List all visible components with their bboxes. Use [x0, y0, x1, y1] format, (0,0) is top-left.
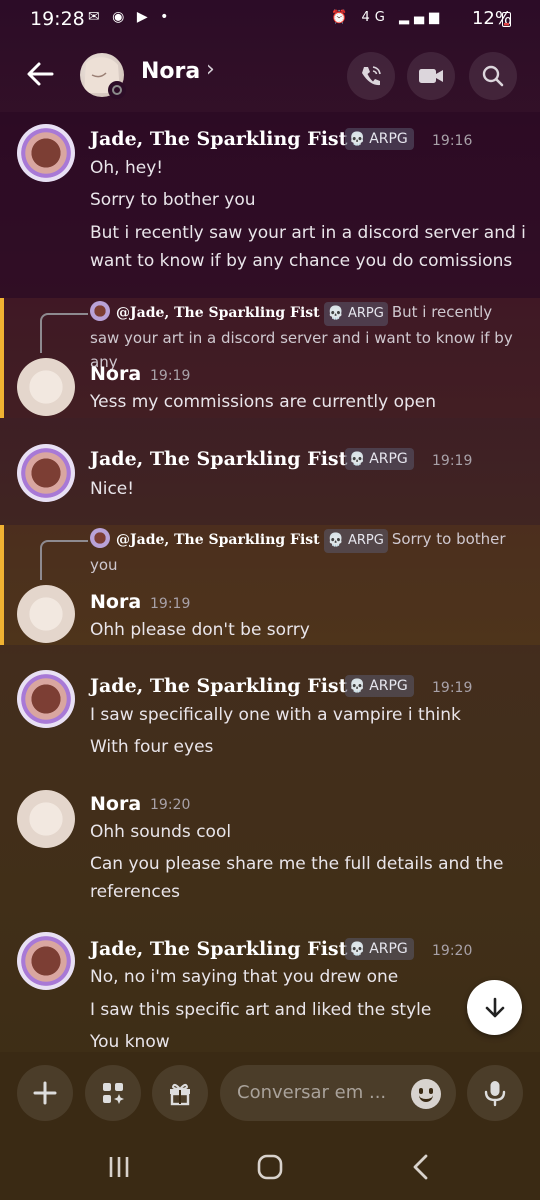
message-time: 19:19: [432, 680, 473, 696]
message-text: You know: [90, 1032, 170, 1052]
message-group[interactable]: Jade, The Sparkling Fist 💀 ARPG 19:20 No,…: [0, 922, 540, 1052]
avatar: [90, 301, 110, 321]
apps-icon: [103, 1083, 124, 1104]
plus-icon: [33, 1081, 57, 1105]
message-text: I saw this specific art and liked the st…: [90, 1000, 432, 1020]
avatar[interactable]: [17, 585, 75, 643]
skull-icon: 💀: [349, 941, 366, 957]
message-author[interactable]: Nora: [90, 793, 141, 815]
role-tag: 💀 ARPG: [345, 128, 414, 150]
message-text: Yess my commissions are currently open: [90, 392, 437, 412]
message-text: But i recently saw your art in a discord…: [90, 223, 526, 243]
role-tag: 💀 ARPG: [323, 529, 388, 553]
search-icon: [482, 65, 504, 87]
reply-highlight: [0, 525, 4, 645]
message-text: No, no i'm saying that you drew one: [90, 967, 399, 987]
emoji-icon[interactable]: [411, 1079, 441, 1109]
message-text: Can you please share me the full details…: [90, 854, 504, 874]
message-time: 19:20: [150, 797, 191, 813]
video-camera-icon: [419, 69, 443, 83]
reply-connector: [40, 540, 88, 580]
message-composer: Conversar em ...: [0, 1052, 540, 1136]
message-group[interactable]: @Jade, The Sparkling Fist 💀 ARPG Sorry to …: [0, 525, 540, 645]
message-text: want to know if by any chance you do com…: [90, 251, 513, 271]
skull-icon: 💀: [349, 131, 366, 147]
phone-icon: [362, 66, 381, 86]
message-text: Ohh sounds cool: [90, 822, 232, 842]
avatar[interactable]: [17, 670, 75, 728]
microphone-icon: [484, 1081, 506, 1107]
skull-icon: 💀: [349, 678, 366, 694]
chevron-right-icon[interactable]: ›: [206, 57, 215, 82]
message-group[interactable]: Nora 19:20 Ohh sounds cool Can you pleas…: [0, 780, 540, 920]
scroll-to-bottom-button[interactable]: [467, 980, 522, 1035]
add-button[interactable]: [17, 1065, 73, 1121]
message-author[interactable]: Jade, The Sparkling Fist: [90, 128, 347, 150]
chat-header: Nora ›: [0, 40, 540, 110]
message-text: Oh, hey!: [90, 158, 164, 178]
status-icons: ⏰ 4G ▂▄▆: [331, 10, 444, 25]
message-author[interactable]: Nora: [90, 363, 141, 385]
message-text: Sorry to bother you: [90, 190, 256, 210]
message-group[interactable]: @Jade, The Sparkling Fist 💀 ARPG But i rec…: [0, 298, 540, 418]
message-text: With four eyes: [90, 737, 214, 757]
arrow-left-icon[interactable]: [22, 56, 58, 92]
back-nav-icon[interactable]: [408, 1152, 434, 1182]
video-call-button[interactable]: [407, 52, 455, 100]
message-group[interactable]: Jade, The Sparkling Fist 💀 ARPG 19:16 Oh,…: [0, 112, 540, 298]
skull-icon: 💀: [349, 451, 366, 467]
role-tag: 💀 ARPG: [345, 675, 414, 697]
message-time: 19:16: [432, 133, 473, 149]
avatar[interactable]: [17, 790, 75, 848]
role-tag: 💀 ARPG: [345, 938, 414, 960]
message-time: 19:19: [150, 368, 191, 384]
status-indicator: [108, 81, 126, 99]
role-tag: 💀 ARPG: [345, 448, 414, 470]
message-author[interactable]: Jade, The Sparkling Fist: [90, 938, 347, 960]
message-text: Nice!: [90, 479, 135, 499]
message-input-placeholder: Conversar em ...: [237, 1082, 387, 1103]
contact-name[interactable]: Nora: [141, 59, 200, 84]
message-time: 19:20: [432, 943, 473, 959]
status-bar: 19:28 ✉ ◉ ▶ • ⏰ 4G ▂▄▆ 12%: [0, 0, 540, 40]
avatar[interactable]: [17, 444, 75, 502]
message-author[interactable]: Nora: [90, 591, 141, 613]
message-text: I saw specifically one with a vampire i …: [90, 705, 461, 725]
avatar[interactable]: [17, 358, 75, 416]
apps-button[interactable]: [85, 1065, 141, 1121]
battery-icon: [502, 12, 511, 27]
arrow-down-icon: [485, 997, 504, 1017]
reply-preview[interactable]: @Jade, The Sparkling Fist 💀 ARPG But i rec…: [90, 300, 520, 374]
message-time: 19:19: [432, 453, 473, 469]
status-time: 19:28: [30, 8, 85, 30]
role-tag: 💀 ARPG: [323, 302, 388, 326]
message-author[interactable]: Jade, The Sparkling Fist: [90, 448, 347, 470]
message-author[interactable]: Jade, The Sparkling Fist: [90, 675, 347, 697]
reply-connector: [40, 313, 88, 353]
reply-highlight: [0, 298, 4, 418]
home-icon[interactable]: [256, 1153, 284, 1181]
reply-preview[interactable]: @Jade, The Sparkling Fist 💀 ARPG Sorry to …: [90, 527, 520, 577]
gift-icon: [170, 1083, 190, 1106]
search-button[interactable]: [469, 52, 517, 100]
call-button[interactable]: [347, 52, 395, 100]
message-group[interactable]: Jade, The Sparkling Fist 💀 ARPG 19:19 I s…: [0, 660, 540, 770]
network-type: 4G: [361, 10, 390, 25]
system-navigation-bar: [0, 1136, 540, 1200]
message-text: references: [90, 882, 181, 902]
notification-icons: ✉ ◉ ▶ •: [88, 9, 173, 25]
message-input[interactable]: Conversar em ...: [220, 1065, 456, 1121]
message-time: 19:19: [150, 596, 191, 612]
avatar: [90, 528, 110, 548]
message-text: Ohh please don't be sorry: [90, 620, 310, 640]
avatar[interactable]: [17, 932, 75, 990]
recent-apps-icon[interactable]: [106, 1154, 132, 1180]
gift-button[interactable]: [152, 1065, 208, 1121]
message-group[interactable]: Jade, The Sparkling Fist 💀 ARPG 19:19 Nic…: [0, 432, 540, 522]
avatar[interactable]: [17, 124, 75, 182]
voice-message-button[interactable]: [467, 1065, 523, 1121]
